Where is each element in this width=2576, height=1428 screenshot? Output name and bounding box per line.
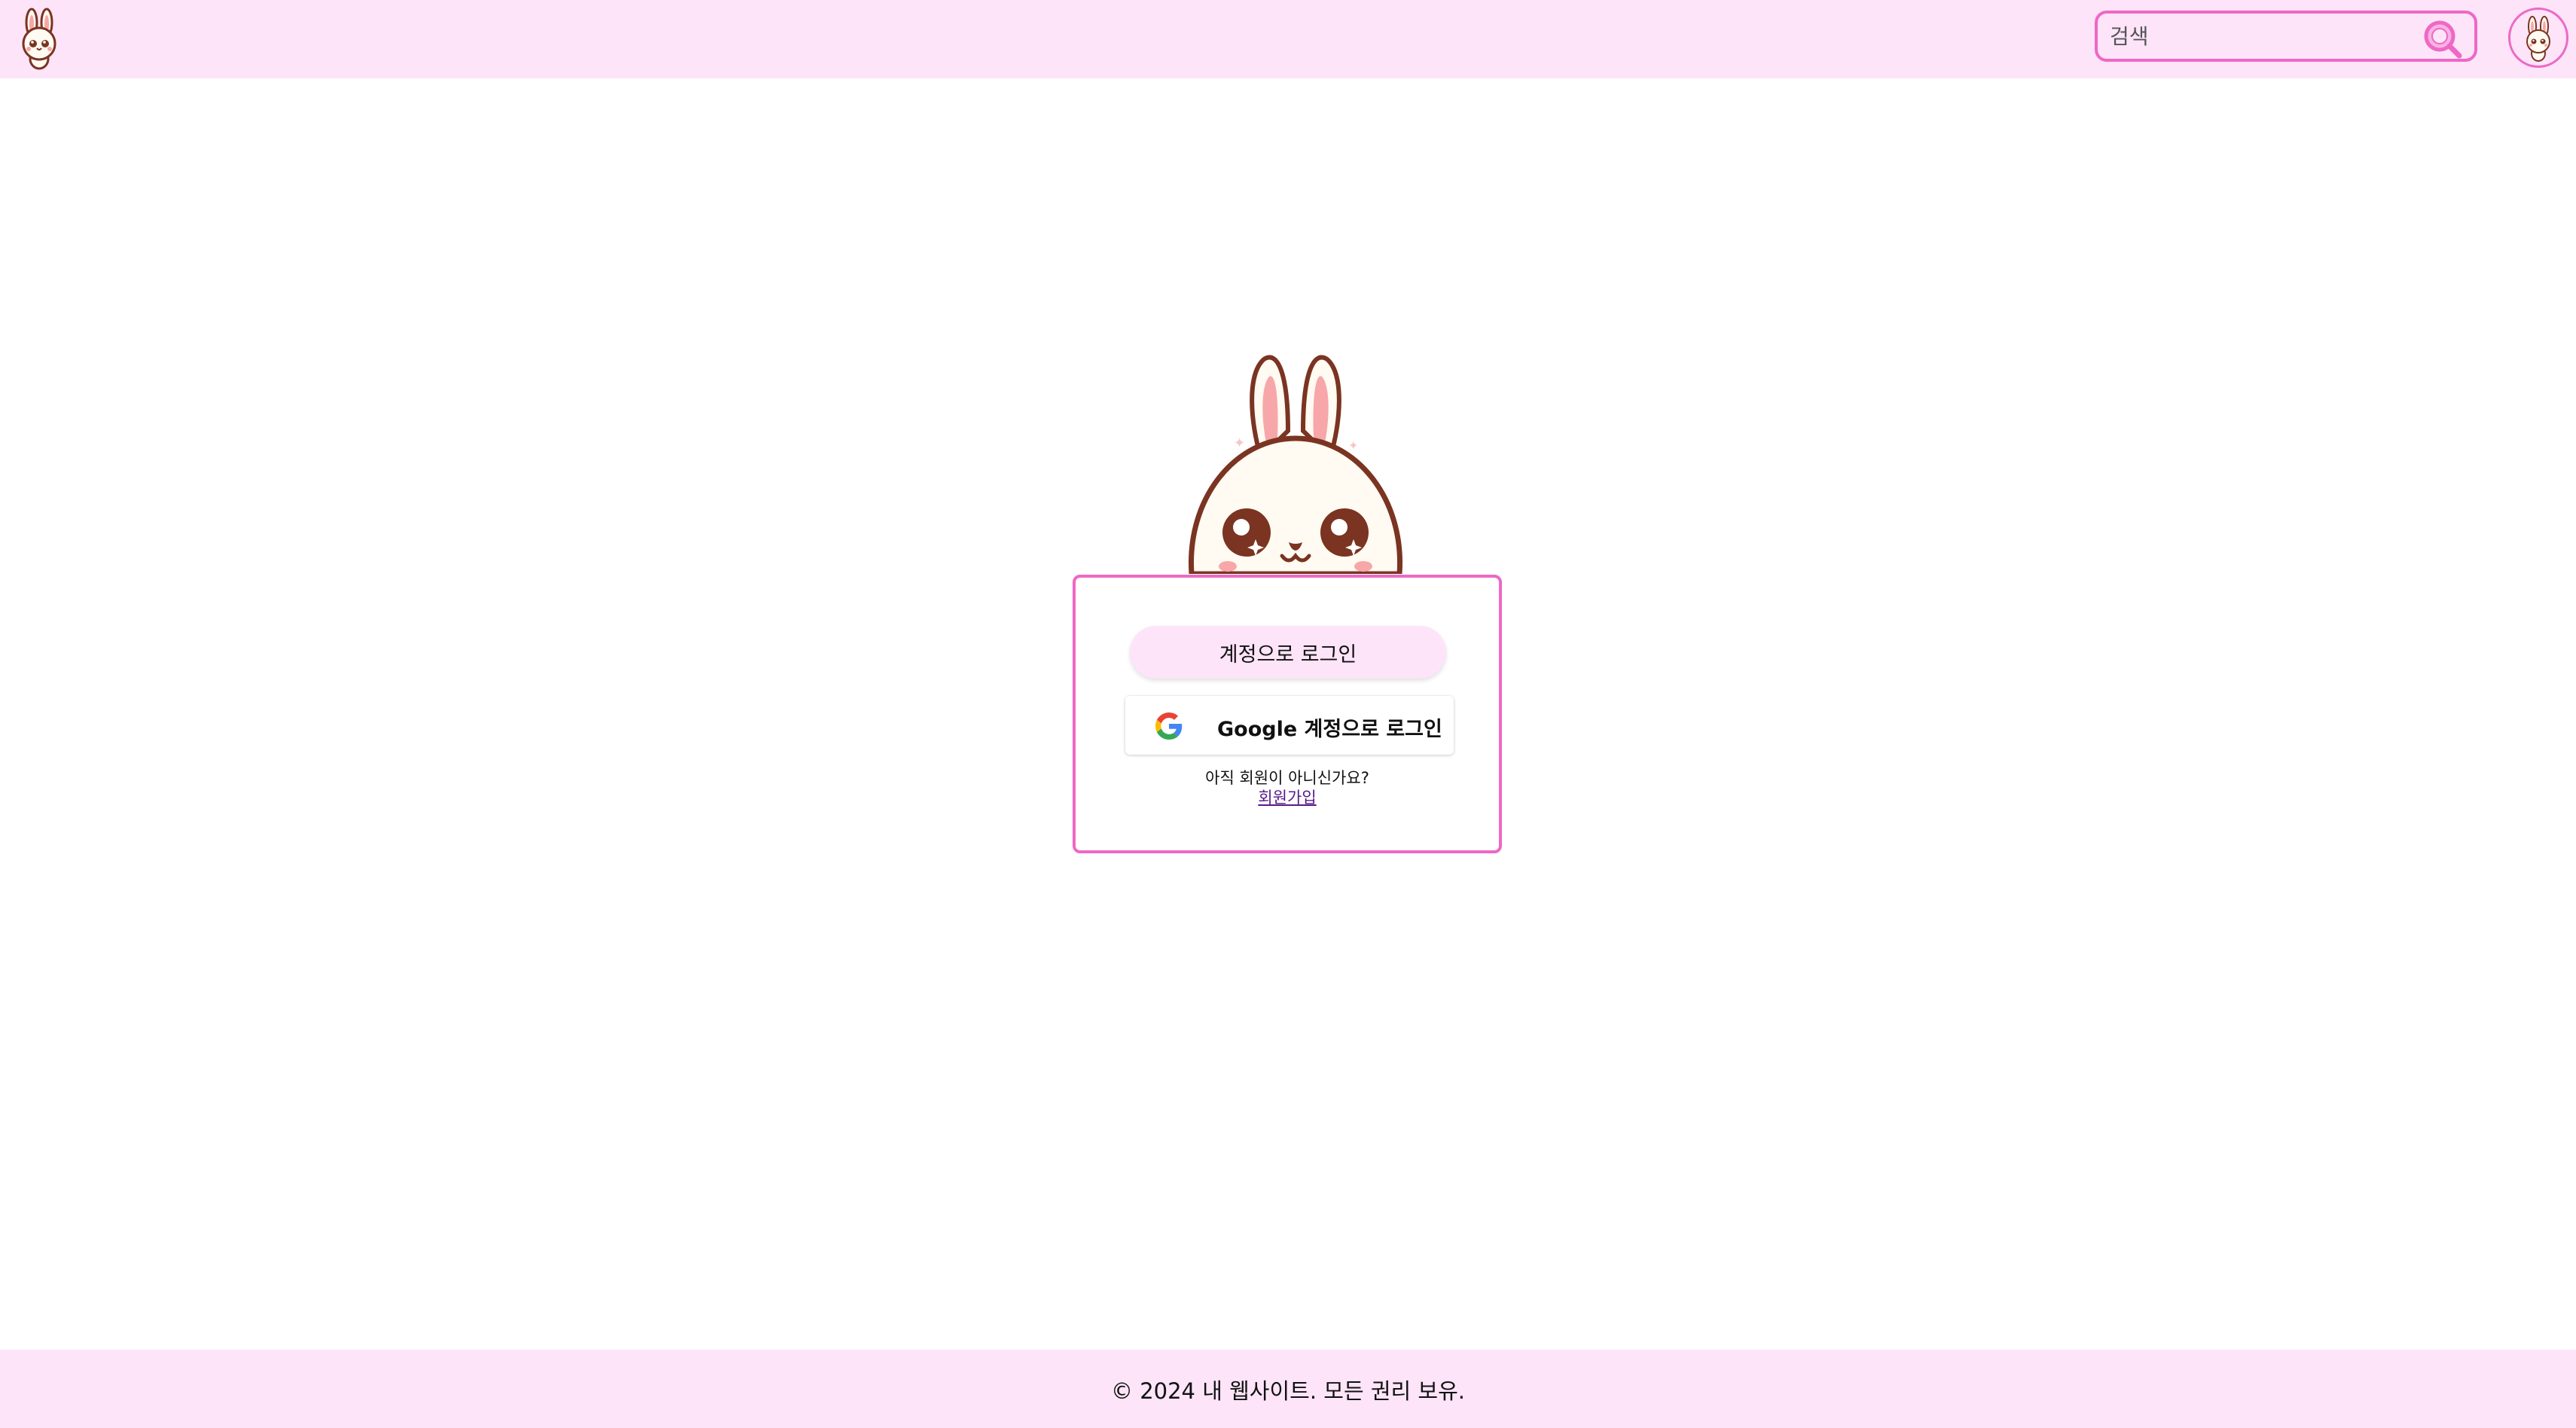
page-footer: © 2024 내 웹사이트. 모든 권리 보유. xyxy=(0,1350,2576,1428)
user-avatar[interactable] xyxy=(2508,8,2568,68)
signup-link[interactable]: 회원가입 xyxy=(1258,789,1316,807)
google-login-button[interactable]: Google 계정으로 로그인 xyxy=(1125,696,1454,755)
svg-text:✦: ✦ xyxy=(1348,438,1358,453)
search-input[interactable] xyxy=(2110,21,2411,51)
copyright-text: © 2024 내 웹사이트. 모든 권리 보유. xyxy=(1110,1378,1466,1404)
login-card: 계정으로 로그인 Google 계정으로 로그인 아직 회원이 아니신가요? 회… xyxy=(1073,575,1502,853)
search-icon xyxy=(2424,20,2462,59)
bunny-logo-icon[interactable] xyxy=(17,6,62,71)
account-login-button[interactable]: 계정으로 로그인 xyxy=(1130,626,1446,679)
google-login-label: Google 계정으로 로그인 xyxy=(1217,718,1442,741)
signup-link-row: 회원가입 xyxy=(1076,786,1499,808)
bunny-avatar-icon xyxy=(2526,16,2550,62)
search-button[interactable] xyxy=(2422,18,2464,60)
top-header xyxy=(0,0,2576,78)
svg-text:✦: ✦ xyxy=(1234,435,1245,451)
bunny-mascot-icon: ✦ ✦ xyxy=(1183,348,1409,577)
search-bar xyxy=(2095,11,2477,62)
google-g-icon xyxy=(1155,712,1183,740)
